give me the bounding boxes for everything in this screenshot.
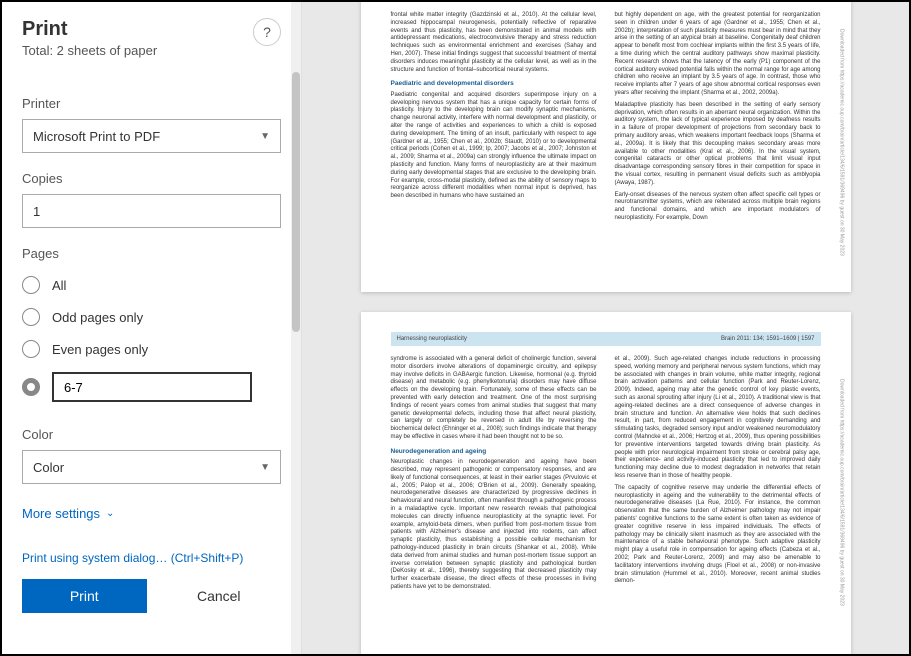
section-heading: Neurodegeneration and ageing (391, 448, 597, 456)
radio-icon (22, 308, 40, 326)
chevron-down-icon: ⌄ (106, 508, 114, 519)
chevron-down-icon: ▼ (260, 462, 270, 473)
copies-input[interactable] (22, 194, 281, 228)
body-text: Neuroplastic changes in neurodegeneratio… (391, 459, 597, 592)
print-preview-area: Downloaded from https://academic.oup.com… (302, 2, 909, 654)
page-range-input[interactable] (52, 372, 252, 402)
cancel-button[interactable]: Cancel (157, 579, 282, 613)
radio-all[interactable]: All (22, 269, 281, 301)
page-header-bar: Harnessing neuroplasticity Brain 2011: 1… (391, 332, 821, 346)
pages-label: Pages (22, 246, 281, 261)
help-button[interactable]: ? (253, 18, 281, 46)
radio-even-label: Even pages only (52, 342, 148, 357)
radio-icon (22, 340, 40, 358)
header-title-left: Harnessing neuroplasticity (397, 336, 467, 342)
more-settings-label: More settings (22, 506, 100, 521)
color-label: Color (22, 427, 281, 442)
body-text: syndrome is associated with a general de… (391, 356, 597, 442)
printer-select[interactable]: Microsoft Print to PDF ▼ (22, 119, 281, 153)
color-select[interactable]: Color ▼ (22, 450, 281, 484)
sidebar-scrollbar-track (291, 2, 301, 654)
body-text: frontal white matter integrity (Gazdzins… (391, 12, 597, 74)
body-text: Maladaptive plasticity has been describe… (615, 102, 821, 188)
radio-odd[interactable]: Odd pages only (22, 301, 281, 333)
printer-label: Printer (22, 96, 281, 111)
body-text: Paediatric congenital and acquired disor… (391, 92, 597, 201)
radio-custom[interactable] (22, 365, 281, 409)
radio-odd-label: Odd pages only (52, 310, 143, 325)
body-text: Early-onset diseases of the nervous syst… (615, 192, 821, 223)
page-margin-text: Downloaded from https://academic.oup.com… (837, 332, 845, 652)
section-heading: Paediatric and developmental disorders (391, 80, 597, 88)
sidebar-scrollbar-thumb[interactable] (292, 72, 300, 332)
copies-label: Copies (22, 171, 281, 186)
printer-selected: Microsoft Print to PDF (33, 129, 160, 144)
dialog-title: Print (22, 18, 157, 41)
chevron-down-icon: ▼ (260, 131, 270, 142)
more-settings-toggle[interactable]: More settings ⌄ (22, 506, 281, 521)
print-button[interactable]: Print (22, 579, 147, 613)
system-dialog-link[interactable]: Print using system dialog… (Ctrl+Shift+P… (22, 551, 281, 565)
preview-page-1: Downloaded from https://academic.oup.com… (361, 2, 851, 292)
body-text: et al., 2009). Such age-related changes … (615, 356, 821, 481)
dialog-subtitle: Total: 2 sheets of paper (22, 43, 157, 58)
radio-even[interactable]: Even pages only (22, 333, 281, 365)
radio-icon-selected (22, 378, 40, 396)
print-sidebar: Print Total: 2 sheets of paper ? Printer… (2, 2, 302, 654)
body-text: but highly dependent on age, with the gr… (615, 12, 821, 98)
body-text: The capacity of cognitive reserve may un… (615, 485, 821, 586)
radio-all-label: All (52, 278, 66, 293)
header-title-right: Brain 2011: 134; 1591–1609 | 1597 (721, 336, 815, 342)
page-margin-text: Downloaded from https://academic.oup.com… (837, 12, 845, 272)
preview-page-2: Downloaded from https://academic.oup.com… (361, 312, 851, 654)
color-selected: Color (33, 460, 64, 475)
radio-icon (22, 276, 40, 294)
